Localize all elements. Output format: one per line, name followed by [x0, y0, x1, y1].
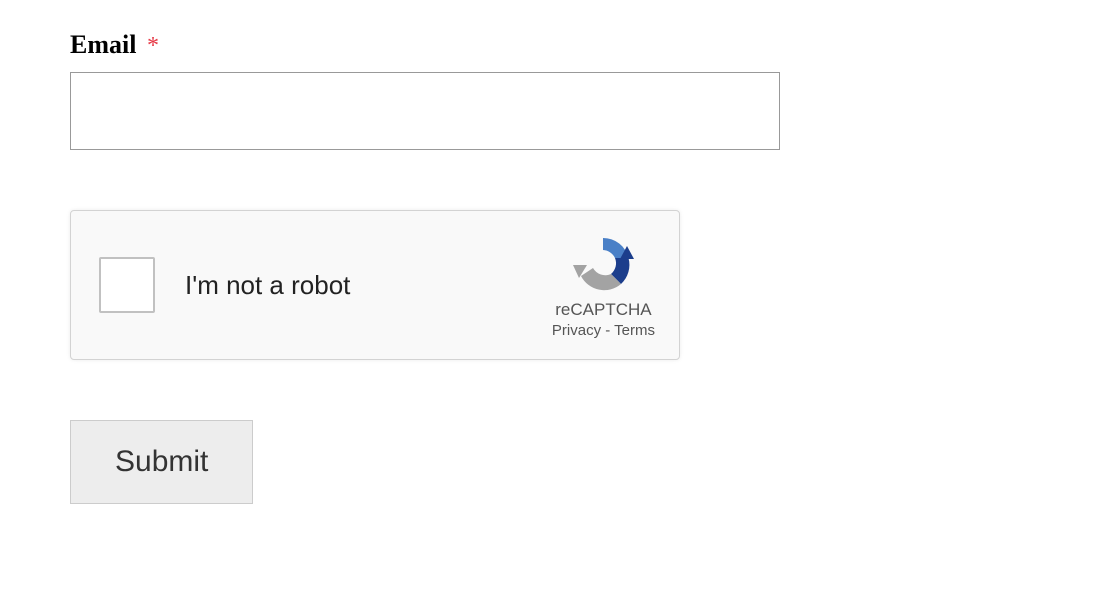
email-label: Email * [70, 30, 159, 60]
recaptcha-privacy-link[interactable]: Privacy [552, 322, 601, 339]
recaptcha-links: Privacy - Terms [552, 322, 655, 339]
required-asterisk: * [147, 33, 159, 59]
email-field-group: Email * [70, 30, 1046, 150]
email-label-text: Email [70, 30, 136, 59]
recaptcha-label: I'm not a robot [185, 270, 552, 301]
recaptcha-separator: - [601, 322, 614, 339]
recaptcha-terms-link[interactable]: Terms [614, 322, 655, 339]
submit-button[interactable]: Submit [70, 420, 253, 504]
recaptcha-branding: reCAPTCHA Privacy - Terms [552, 232, 655, 339]
email-field[interactable] [70, 72, 780, 150]
recaptcha-checkbox[interactable] [99, 257, 155, 313]
recaptcha-icon [571, 232, 635, 296]
recaptcha-widget: I'm not a robot reCAPTCHA Privacy - Term… [70, 210, 680, 360]
recaptcha-brand-text: reCAPTCHA [555, 300, 651, 320]
